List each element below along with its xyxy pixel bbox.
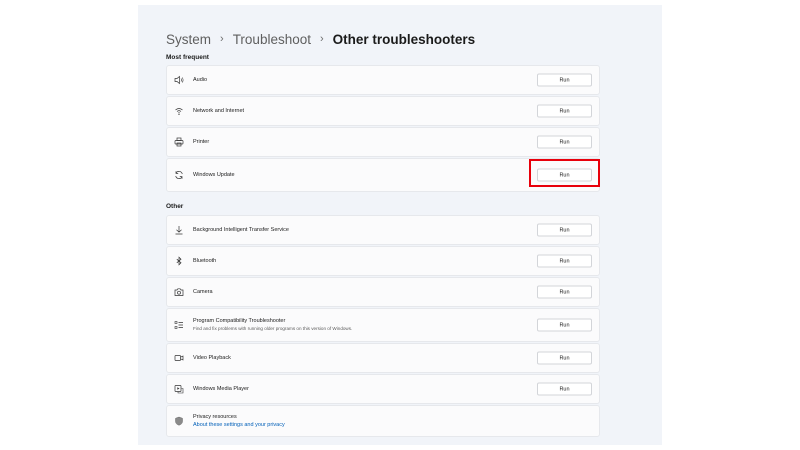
breadcrumb-system[interactable]: System (166, 32, 211, 47)
troubleshooter-label: Windows Media Player (193, 386, 249, 392)
troubleshooter-label: Program Compatibility Troubleshooter (193, 318, 286, 324)
troubleshooter-row-video-playback: Video Playback Run (166, 343, 600, 373)
privacy-resources-row: Privacy resources About these settings a… (166, 405, 600, 437)
run-button-network[interactable]: Run (537, 104, 592, 118)
troubleshooter-row-media-player: Windows Media Player Run (166, 374, 600, 404)
troubleshooter-label: Audio (193, 77, 208, 83)
section-title-other: Other (166, 203, 184, 210)
breadcrumb-separator: › (220, 33, 224, 45)
run-button-printer[interactable]: Run (537, 135, 592, 149)
run-button-bluetooth[interactable]: Run (537, 254, 592, 268)
troubleshooter-row-network: Network and Internet Run (166, 96, 600, 126)
troubleshooter-row-bits: Background Intelligent Transfer Service … (166, 215, 600, 245)
settings-window: System › Troubleshoot › Other troublesho… (138, 5, 662, 445)
video-icon (174, 353, 184, 363)
printer-icon (174, 137, 184, 147)
list-icon (174, 320, 184, 330)
troubleshooter-label: Background Intelligent Transfer Service (193, 227, 289, 233)
troubleshooter-label: Video Playback (193, 355, 231, 361)
run-button-bits[interactable]: Run (537, 223, 592, 237)
speaker-icon (174, 75, 184, 85)
media-player-icon (174, 384, 184, 394)
troubleshooter-row-bluetooth: Bluetooth Run (166, 246, 600, 276)
troubleshooter-label: Camera (193, 289, 213, 295)
troubleshooter-label: Bluetooth (193, 258, 217, 264)
troubleshooter-row-program-compatibility: Program Compatibility Troubleshooter Fin… (166, 308, 600, 342)
run-button-media-player[interactable]: Run (537, 382, 592, 396)
run-button-video-playback[interactable]: Run (537, 351, 592, 365)
run-button-camera[interactable]: Run (537, 285, 592, 299)
troubleshooter-row-printer: Printer Run (166, 127, 600, 157)
breadcrumb-separator: › (320, 33, 324, 45)
page-title: Other troubleshooters (332, 31, 476, 47)
troubleshooter-row-audio: Audio Run (166, 65, 600, 95)
wifi-icon (174, 106, 184, 116)
camera-icon (174, 287, 184, 297)
highlight-box (529, 159, 600, 187)
bluetooth-icon (174, 256, 184, 266)
shield-icon (174, 416, 184, 426)
troubleshooter-row-camera: Camera Run (166, 277, 600, 307)
troubleshooter-label: Windows Update (193, 172, 235, 178)
troubleshooter-label: Printer (193, 139, 210, 145)
download-icon (174, 225, 184, 235)
run-button-audio[interactable]: Run (537, 73, 592, 87)
breadcrumb: System › Troubleshoot › Other troublesho… (166, 30, 475, 48)
breadcrumb-troubleshoot[interactable]: Troubleshoot (233, 32, 311, 47)
troubleshooter-description: Find and fix problems with running older… (193, 326, 353, 331)
privacy-resources-label: Privacy resources (193, 414, 237, 420)
troubleshooter-label: Network and Internet (193, 108, 245, 114)
run-button-program-compatibility[interactable]: Run (537, 318, 592, 332)
privacy-link[interactable]: About these settings and your privacy (193, 422, 285, 428)
section-title-most-frequent: Most frequent (166, 54, 209, 61)
refresh-icon (174, 170, 184, 180)
